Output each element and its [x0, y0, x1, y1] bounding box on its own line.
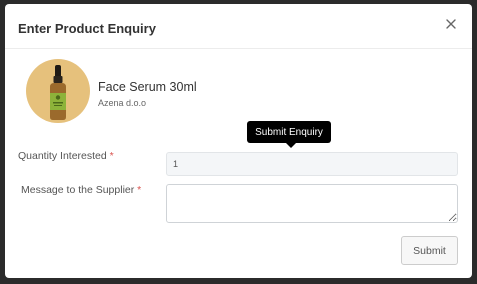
submit-enquiry-tooltip: Submit Enquiry	[247, 121, 331, 143]
quantity-input[interactable]	[166, 152, 458, 176]
tooltip-arrow	[286, 143, 296, 148]
message-label-text: Message to the Supplier	[21, 184, 135, 196]
product-name: Face Serum 30ml	[98, 80, 197, 94]
header-divider	[5, 48, 472, 49]
serum-bottle-icon	[50, 65, 66, 120]
close-button[interactable]	[442, 15, 460, 33]
product-enquiry-modal: Enter Product Enquiry Face Serum 30ml Az…	[5, 4, 472, 278]
message-required-mark: *	[137, 184, 142, 196]
modal-title: Enter Product Enquiry	[18, 21, 156, 36]
product-seller: Azena d.o.o	[98, 98, 147, 108]
quantity-required-mark: *	[109, 150, 114, 162]
message-textarea[interactable]	[166, 184, 458, 223]
close-icon	[446, 19, 456, 29]
quantity-label: Quantity Interested *	[18, 150, 114, 162]
message-label: Message to the Supplier *	[21, 184, 141, 196]
quantity-label-text: Quantity Interested	[18, 150, 107, 162]
submit-button[interactable]: Submit	[401, 236, 458, 265]
product-image	[26, 59, 90, 123]
